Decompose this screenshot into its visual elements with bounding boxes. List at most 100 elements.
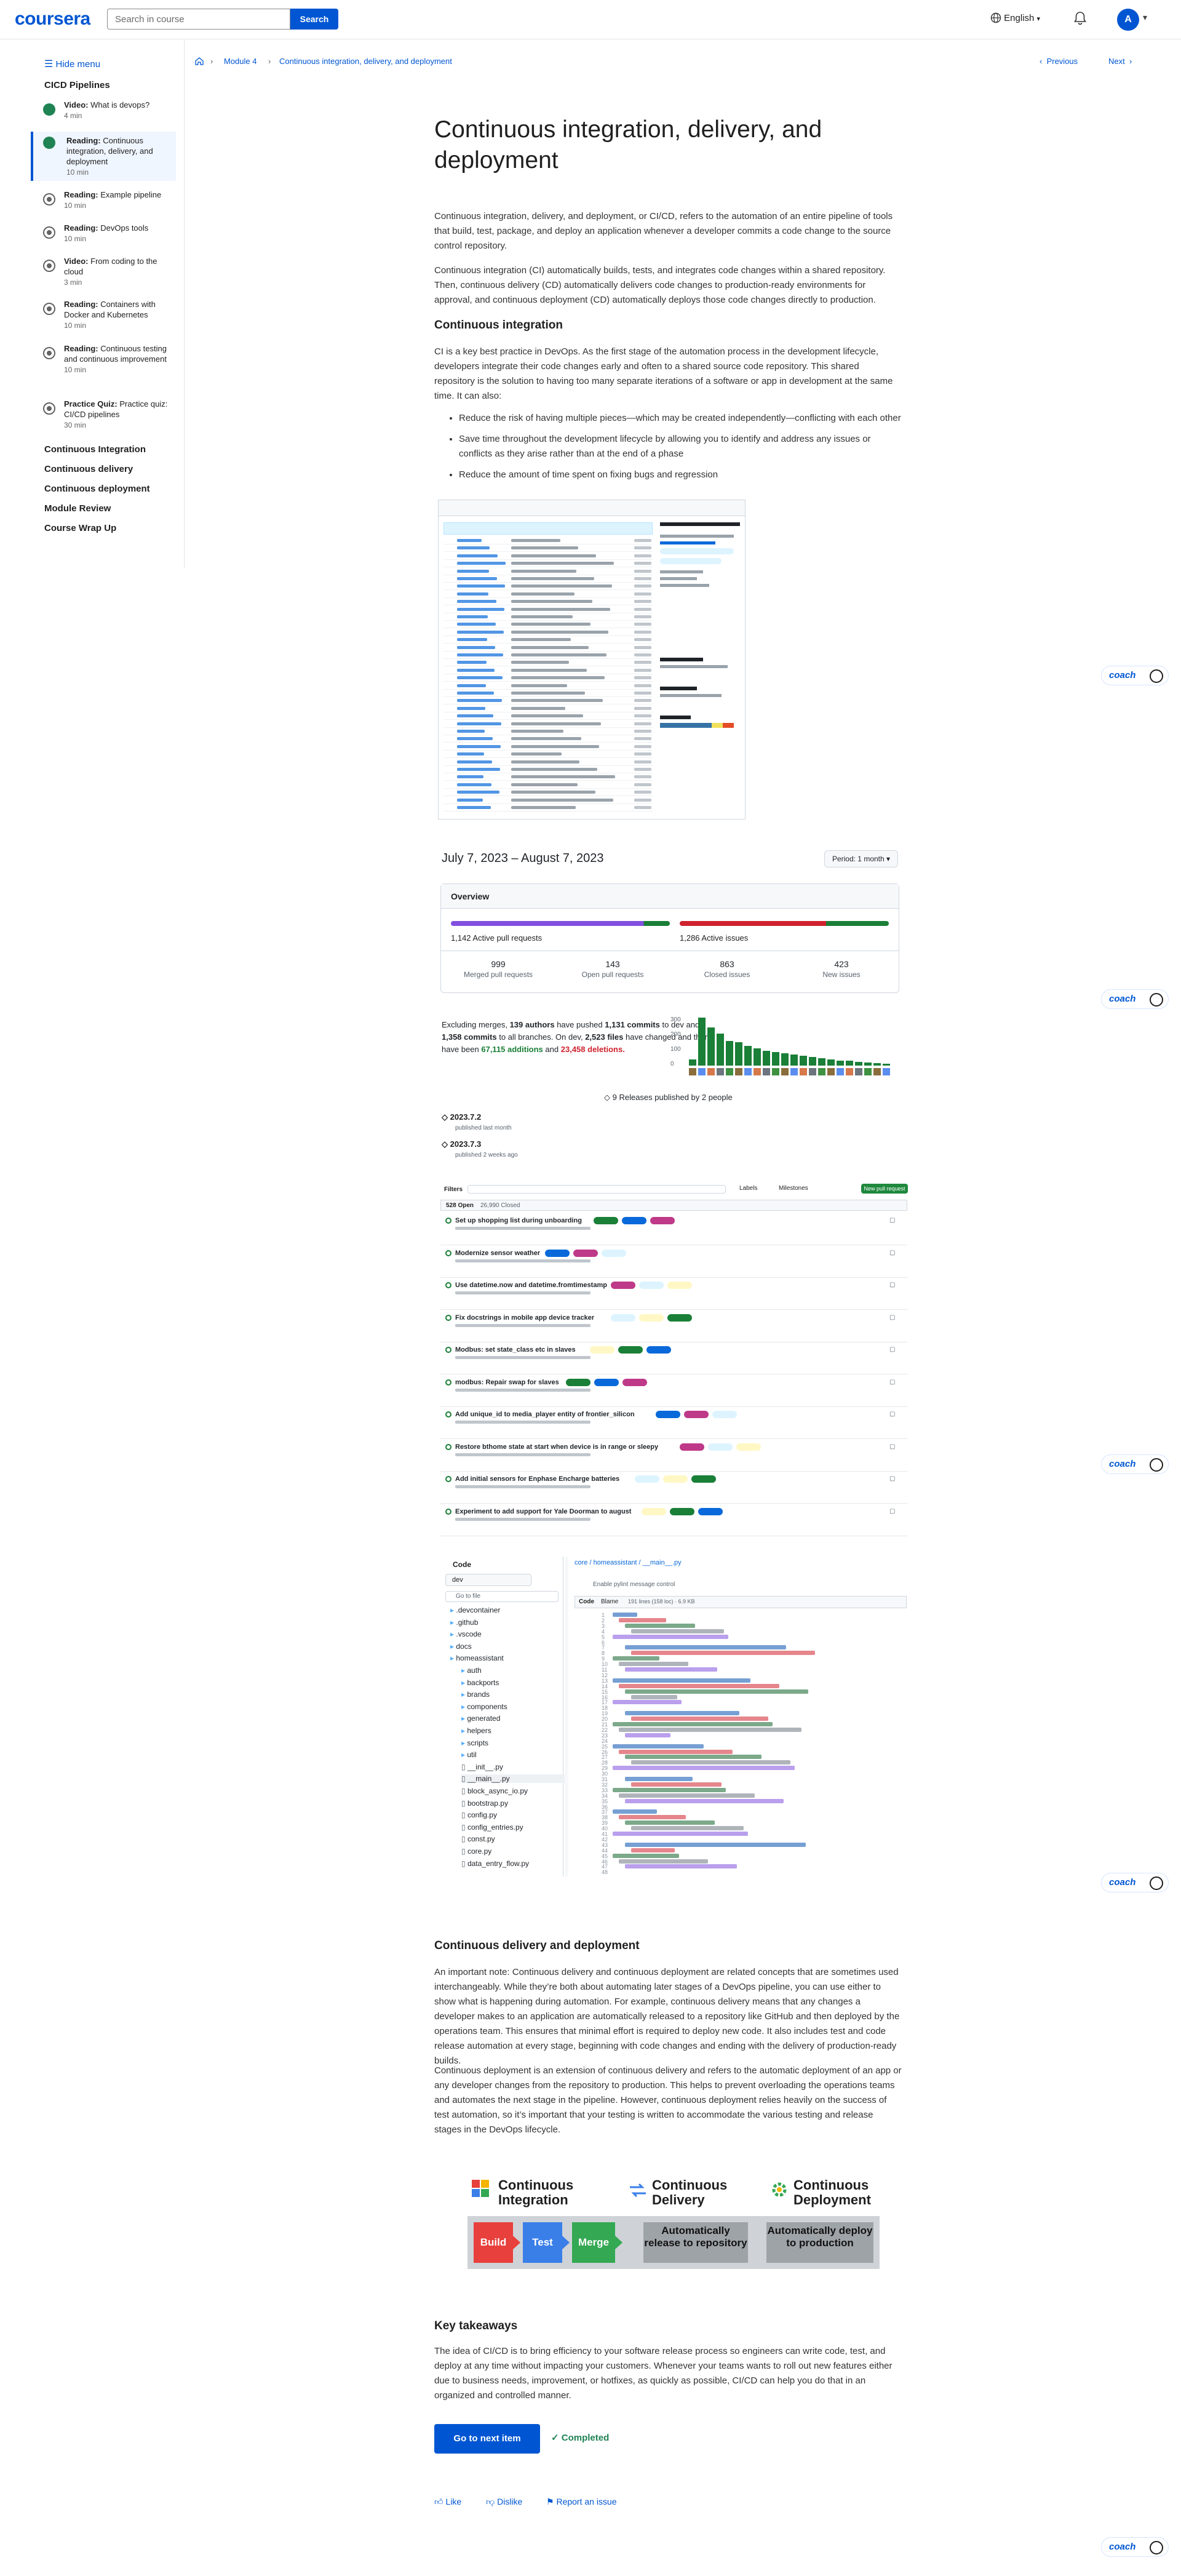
pr-label[interactable]: [712, 1411, 737, 1418]
contributor-avatar[interactable]: [809, 1068, 816, 1075]
file-path[interactable]: core / homeassistant / __main__.py: [575, 1559, 682, 1566]
tree-item[interactable]: ▯ core.py: [461, 1847, 491, 1856]
pr-label[interactable]: [610, 1314, 635, 1322]
comment-icon[interactable]: ▢: [889, 1282, 895, 1288]
pr-label[interactable]: [566, 1378, 590, 1386]
tree-item[interactable]: ▯ __init__.py: [461, 1763, 503, 1771]
tree-item[interactable]: ▯ config_entries.py: [461, 1823, 523, 1832]
file-row[interactable]: [443, 621, 653, 629]
pr-title[interactable]: Add unique_id to media_player entity of …: [455, 1411, 635, 1418]
branch-selector[interactable]: dev: [445, 1574, 531, 1586]
file-row[interactable]: [443, 636, 653, 644]
file-row[interactable]: [443, 789, 653, 797]
pr-title[interactable]: Fix docstrings in mobile app device trac…: [455, 1314, 594, 1322]
file-row[interactable]: [443, 705, 653, 712]
pr-label[interactable]: [646, 1346, 672, 1354]
release-2[interactable]: ◇ 2023.7.3: [442, 1139, 481, 1149]
tree-item[interactable]: ▸ components: [461, 1702, 507, 1711]
pr-label[interactable]: [638, 1314, 664, 1322]
coach-button[interactable]: coach: [1101, 2537, 1169, 2557]
pr-title[interactable]: Experiment to add support for Yale Doorm…: [455, 1508, 631, 1515]
pr-row[interactable]: Modernize sensor weather ▢: [440, 1246, 907, 1278]
release-1[interactable]: ◇ 2023.7.2: [442, 1112, 481, 1122]
contributor-avatar[interactable]: [827, 1068, 835, 1075]
pr-label[interactable]: [655, 1411, 680, 1418]
latest-commit[interactable]: Enable pylint message control: [593, 1581, 675, 1588]
file-row[interactable]: [443, 697, 653, 705]
pr-title[interactable]: Restore bthome state at start when devic…: [455, 1443, 658, 1451]
sidebar-section-cdeployment[interactable]: Continuous deployment: [44, 484, 150, 494]
releases-summary[interactable]: ◇ 9 Releases published by 2 people: [604, 1093, 733, 1103]
pr-label[interactable]: [573, 1249, 598, 1257]
tree-item[interactable]: ▸ docs: [450, 1642, 472, 1651]
sidebar-item-devops-tools[interactable]: Reading: DevOps tools 10 min: [31, 223, 176, 247]
breadcrumb-page[interactable]: Continuous integration, delivery, and de…: [279, 57, 452, 66]
coach-button[interactable]: coach: [1101, 666, 1169, 685]
report-issue-button[interactable]: ⚑ Report an issue: [546, 2497, 617, 2507]
pr-label[interactable]: [618, 1346, 643, 1354]
breadcrumb-module[interactable]: Module 4: [224, 57, 256, 66]
file-row[interactable]: [443, 613, 653, 621]
tree-item[interactable]: ▸ util: [461, 1750, 477, 1759]
file-row[interactable]: [443, 720, 653, 728]
tree-item[interactable]: ▸ homeassistant: [450, 1654, 504, 1662]
hide-menu-button[interactable]: ☰ Hide menu: [44, 58, 100, 70]
tree-item[interactable]: ▸ .github: [450, 1618, 478, 1627]
pr-row[interactable]: Set up shopping list during unboarding ▢: [440, 1213, 907, 1245]
contributor-avatar[interactable]: [689, 1068, 696, 1075]
tree-item[interactable]: ▯ data_entry_flow.py: [461, 1859, 529, 1868]
go-to-file-input[interactable]: Go to file: [445, 1591, 559, 1602]
pr-label[interactable]: [594, 1378, 619, 1386]
home-icon[interactable]: [194, 57, 204, 67]
closed-issues-stat[interactable]: 863 Closed issues: [670, 959, 784, 979]
comment-icon[interactable]: ▢: [889, 1411, 895, 1418]
panel-divider[interactable]: [565, 1557, 568, 1876]
bell-icon[interactable]: [1072, 10, 1089, 27]
pr-label[interactable]: [602, 1249, 627, 1257]
file-row[interactable]: [443, 804, 653, 811]
pr-label[interactable]: [663, 1475, 688, 1483]
pr-label[interactable]: [736, 1443, 761, 1451]
sidebar-item-continuous-testing[interactable]: Reading: Continuous testing and continuo…: [31, 343, 176, 389]
sidebar-item-what-is-devops[interactable]: Video: What is devops? 4 min: [31, 100, 176, 127]
pr-label[interactable]: [698, 1507, 723, 1515]
file-row[interactable]: [443, 537, 653, 544]
contributor-avatar[interactable]: [707, 1068, 715, 1075]
pr-label[interactable]: [621, 1217, 646, 1224]
sidebar-section-module-review[interactable]: Module Review: [44, 503, 111, 514]
previous-button[interactable]: ‹ Previous: [1040, 57, 1078, 66]
sidebar-item-containers[interactable]: Reading: Containers with Docker and Kube…: [31, 299, 176, 333]
pr-label[interactable]: [670, 1507, 695, 1515]
pr-label[interactable]: [683, 1411, 709, 1418]
contributor-avatar[interactable]: [855, 1068, 862, 1075]
file-row[interactable]: [443, 728, 653, 735]
pr-title[interactable]: Set up shopping list during unboarding: [455, 1217, 582, 1224]
sidebar-section-ci[interactable]: Continuous Integration: [44, 444, 146, 455]
contributor-avatar[interactable]: [883, 1068, 890, 1075]
coach-button[interactable]: coach: [1101, 1454, 1169, 1474]
file-row[interactable]: [443, 652, 653, 659]
file-row[interactable]: [443, 544, 653, 552]
comment-icon[interactable]: ▢: [889, 1250, 895, 1256]
file-row[interactable]: [443, 598, 653, 606]
like-button[interactable]: 👍︎ Like: [434, 2497, 461, 2507]
pr-label[interactable]: [545, 1249, 570, 1257]
tree-item[interactable]: ▯ config.py: [461, 1811, 497, 1819]
next-button[interactable]: Next ›: [1108, 57, 1132, 66]
labels-button[interactable]: Labels: [739, 1185, 757, 1192]
file-row[interactable]: [443, 583, 653, 591]
pr-label[interactable]: [635, 1475, 659, 1483]
tree-item[interactable]: ▸ scripts: [461, 1739, 488, 1747]
pr-title[interactable]: Add initial sensors for Enphase Encharge…: [455, 1475, 619, 1483]
tree-item[interactable]: ▸ .vscode: [450, 1630, 482, 1638]
contributor-avatar[interactable]: [744, 1068, 752, 1075]
file-row[interactable]: [443, 560, 653, 568]
go-to-next-item-button[interactable]: Go to next item: [434, 2424, 540, 2454]
search-button[interactable]: Search: [290, 9, 338, 30]
comment-icon[interactable]: ▢: [889, 1314, 895, 1321]
pr-label[interactable]: [691, 1475, 716, 1483]
new-issues-stat[interactable]: 423 New issues: [784, 959, 899, 979]
contributor-avatar[interactable]: [873, 1068, 881, 1075]
file-row[interactable]: [443, 751, 653, 759]
open-count[interactable]: 528 Open: [446, 1202, 474, 1209]
